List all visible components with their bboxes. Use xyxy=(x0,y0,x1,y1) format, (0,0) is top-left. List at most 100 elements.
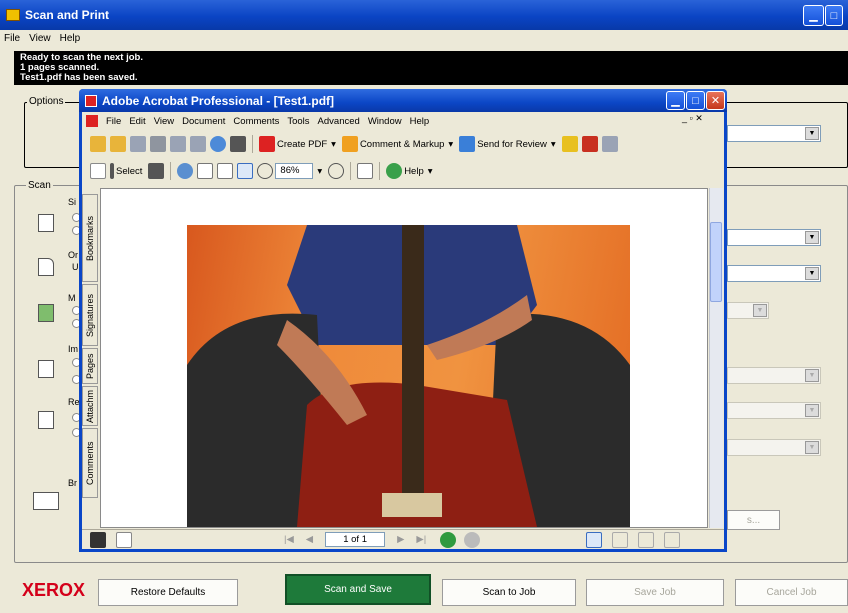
create-pdf-button[interactable]: Create PDF xyxy=(277,139,327,150)
acrobat-menu-item[interactable]: Document xyxy=(182,116,225,127)
scan-to-job-button[interactable]: Scan to Job xyxy=(442,579,576,606)
send-review-icon xyxy=(459,136,476,152)
print-icon[interactable] xyxy=(150,136,166,152)
scan-dropdown-disabled[interactable]: ▼ xyxy=(727,439,821,456)
next-page-button[interactable]: ▶ xyxy=(397,534,404,545)
acrobat-window: Adobe Acrobat Professional - [Test1.pdf]… xyxy=(79,89,727,552)
acrobat-toolbar-1: Create PDF ▾ Comment & Markup ▾ Send for… xyxy=(88,132,620,156)
options-group-label: Options xyxy=(27,96,66,107)
tab-bookmarks[interactable]: Bookmarks xyxy=(82,194,98,282)
scan-label-partial: U xyxy=(72,262,79,272)
document-photo xyxy=(187,225,630,527)
single-page-icon[interactable] xyxy=(586,531,603,548)
continuous-facing-icon[interactable] xyxy=(664,531,681,548)
actual-size-icon[interactable] xyxy=(197,163,214,179)
browse-button[interactable]: s... xyxy=(727,510,780,530)
acrobat-menu-item[interactable]: Help xyxy=(410,116,430,127)
scan-and-save-button[interactable]: Scan and Save xyxy=(285,574,431,605)
pdf-doc-icon xyxy=(86,115,98,127)
fit-width-icon[interactable] xyxy=(237,163,254,179)
acrobat-menu-item[interactable]: Tools xyxy=(287,116,309,127)
snapshot-icon[interactable] xyxy=(148,163,165,179)
create-pdf-icon xyxy=(259,136,275,152)
scan-dropdown[interactable]: ▼ xyxy=(727,265,821,282)
acrobat-minimize-button[interactable]: ▁ xyxy=(666,91,685,110)
previous-page-button[interactable]: ◀ xyxy=(306,534,313,545)
page-icon xyxy=(38,258,54,276)
page-layout-icon[interactable] xyxy=(116,531,132,548)
first-page-button[interactable]: |◀ xyxy=(284,534,294,545)
tab-comments[interactable]: Comments xyxy=(82,428,98,498)
status-line: Ready to scan the next job. xyxy=(20,52,143,63)
image-icon xyxy=(38,304,54,322)
acrobat-menu-item[interactable]: Window xyxy=(368,116,402,127)
minimize-button[interactable]: ▁ xyxy=(803,5,824,26)
save-job-button[interactable]: Save Job xyxy=(586,579,724,606)
scan-dropdown-disabled[interactable]: ▼ xyxy=(727,402,821,419)
app-title: Scan and Print xyxy=(25,8,110,22)
options-dropdown[interactable]: ▼ xyxy=(727,125,821,142)
page-number-field[interactable]: 1 of 1 xyxy=(325,532,386,547)
acrobat-menu-item[interactable]: File xyxy=(106,116,121,127)
doc-window-controls[interactable]: _ ▫ ✕ xyxy=(682,113,703,124)
acrobat-menu-item[interactable]: Edit xyxy=(129,116,145,127)
restore-defaults-button[interactable]: Restore Defaults xyxy=(98,579,238,606)
fit-page-icon[interactable] xyxy=(217,163,234,179)
send-for-review-button[interactable]: Send for Review xyxy=(477,139,547,150)
lock-icon[interactable] xyxy=(561,136,578,152)
page-navigation-bar: |◀ ◀ 1 of 1 ▶ ▶| xyxy=(82,529,724,549)
select-tool-button[interactable]: Select xyxy=(116,166,142,177)
attach-icon[interactable] xyxy=(190,136,206,152)
binoculars-icon[interactable] xyxy=(230,136,246,152)
comment-icon xyxy=(341,136,358,152)
zoom-plus-icon[interactable] xyxy=(328,163,345,179)
menu-help[interactable]: Help xyxy=(60,33,81,44)
pen-icon[interactable] xyxy=(581,136,598,152)
scan-dropdown[interactable]: ▼ xyxy=(727,229,821,246)
scroll-thumb[interactable] xyxy=(710,222,722,302)
maximize-button[interactable]: □ xyxy=(825,5,843,26)
zoom-level-input[interactable]: 86% xyxy=(275,163,314,179)
go-back-icon[interactable] xyxy=(440,531,457,548)
menu-file[interactable]: File xyxy=(4,33,20,44)
resolution-icon xyxy=(38,411,54,429)
web-icon[interactable] xyxy=(210,136,226,152)
menu-view[interactable]: View xyxy=(29,33,51,44)
go-forward-icon[interactable] xyxy=(464,531,481,548)
scan-group-label: Scan xyxy=(26,180,53,191)
comment-markup-button[interactable]: Comment & Markup xyxy=(360,139,444,150)
zoom-out-icon[interactable] xyxy=(257,163,274,179)
continuous-icon[interactable] xyxy=(612,531,629,548)
acrobat-close-button[interactable]: ✕ xyxy=(706,91,725,110)
acrobat-menu-item[interactable]: View xyxy=(154,116,174,127)
brightness-icon xyxy=(33,492,59,510)
acrobat-icon xyxy=(85,94,97,107)
panel-toggle-icon[interactable] xyxy=(90,531,106,548)
email-icon[interactable] xyxy=(170,136,186,152)
facing-icon[interactable] xyxy=(638,531,655,548)
guitar-photo-illustration xyxy=(187,225,630,527)
scan-label-partial: Re xyxy=(68,397,80,407)
acrobat-menu-item[interactable]: Advanced xyxy=(318,116,360,127)
acrobat-maximize-button[interactable]: □ xyxy=(686,91,705,110)
acrobat-titlebar: Adobe Acrobat Professional - [Test1.pdf] xyxy=(79,89,727,112)
zoom-in-icon[interactable] xyxy=(177,163,194,179)
forms-icon[interactable] xyxy=(601,136,618,152)
organizer-icon[interactable] xyxy=(110,136,126,152)
hand-tool-icon[interactable] xyxy=(90,163,106,179)
tab-pages[interactable]: Pages xyxy=(82,348,98,384)
scan-dropdown-disabled[interactable]: ▼ xyxy=(727,302,769,319)
scan-label-partial: Br xyxy=(68,478,77,488)
last-page-button[interactable]: ▶| xyxy=(416,534,426,545)
open-folder-icon[interactable] xyxy=(90,136,106,152)
rotate-icon[interactable] xyxy=(357,163,374,179)
acrobat-menu-item[interactable]: Comments xyxy=(233,116,279,127)
help-button[interactable]: Help xyxy=(404,166,424,177)
tab-attachments[interactable]: Attachm xyxy=(82,386,98,426)
acrobat-menubar: File Edit View Document Comments Tools A… xyxy=(86,113,429,129)
cancel-job-button[interactable]: Cancel Job xyxy=(735,579,848,606)
status-line: Test1.pdf has been saved. xyxy=(20,72,138,83)
save-icon[interactable] xyxy=(130,136,146,152)
tab-signatures[interactable]: Signatures xyxy=(82,284,98,346)
scan-dropdown-disabled[interactable]: ▼ xyxy=(727,367,821,384)
